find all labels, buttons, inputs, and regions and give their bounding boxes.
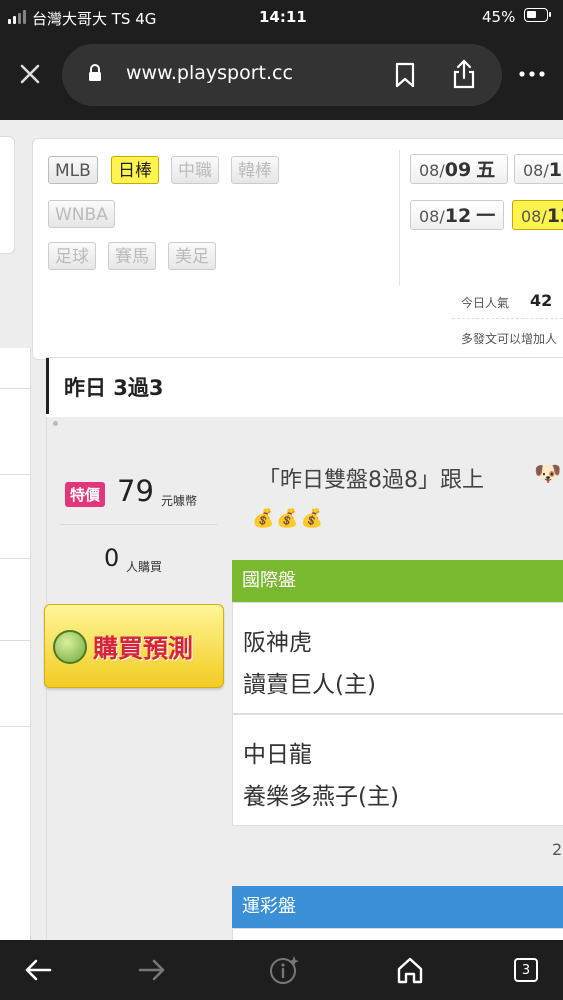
buy-prediction-button[interactable]: 購買預測 <box>44 604 224 688</box>
popularity-label: 今日人氣 <box>461 296 510 310</box>
popularity-hint: 多發文可以增加人 <box>461 332 558 346</box>
sport-chip-nfl[interactable]: 美足 <box>168 242 216 270</box>
forward-button[interactable] <box>128 940 176 1000</box>
footer-partial-number: 2 <box>552 840 563 859</box>
buyer-unit: 人購買 <box>126 560 163 574</box>
sport-chip-horse[interactable]: 賽馬 <box>108 242 156 270</box>
more-menu-button[interactable] <box>518 66 546 80</box>
game-row[interactable]: 中日龍 養樂多燕子(主) <box>232 714 563 826</box>
bookmark-icon <box>395 62 415 88</box>
arrow-right-icon <box>138 959 165 981</box>
game-row[interactable]: 阪神虎 讀賣巨人(主) <box>232 602 563 714</box>
date-0813[interactable]: 08/13 <box>512 200 563 230</box>
date-weekday: 五 <box>476 159 496 181</box>
date-0809[interactable]: 08/09 五 <box>410 154 508 184</box>
back-button[interactable] <box>14 940 62 1000</box>
date-prefix: 08/ <box>419 161 445 180</box>
home-button[interactable] <box>386 940 434 1000</box>
more-dots-icon <box>519 71 545 77</box>
dog-emoji: 🐶 <box>534 462 562 487</box>
left-list-panel <box>0 348 31 940</box>
home-icon <box>397 957 423 984</box>
date-prefix: 08/ <box>419 207 445 226</box>
left-panel-top <box>0 136 15 254</box>
coin-icon <box>53 630 87 664</box>
date-0812[interactable]: 08/12 一 <box>410 200 504 230</box>
price-value: 79 <box>117 474 154 508</box>
lottery-header: 運彩盤 <box>232 886 563 928</box>
away-team: 阪神虎 <box>243 630 312 656</box>
sport-chip-npb[interactable]: 日棒 <box>111 156 159 184</box>
section-title: 昨日 3過3 <box>64 376 164 400</box>
tabs-icon: 3 <box>514 958 538 982</box>
web-page: MLB 日棒 中職 韓棒 WNBA 足球 賽馬 美足 08/09 五 08/1 … <box>0 120 563 940</box>
date-day: 12 <box>444 205 472 227</box>
sale-badge: 特價 <box>65 482 106 507</box>
tab-count: 3 <box>521 962 531 978</box>
close-icon <box>20 64 40 84</box>
international-header: 國際盤 <box>232 560 563 602</box>
buy-button-label: 購買預測 <box>93 634 194 663</box>
date-0810[interactable]: 08/1 <box>514 154 563 184</box>
close-tab-button[interactable] <box>16 60 44 88</box>
carrier-label: 台灣大哥大 TS 4G <box>32 10 157 28</box>
sport-chip-soccer[interactable]: 足球 <box>48 242 96 270</box>
home-team: 讀賣巨人(主) <box>243 672 376 698</box>
popularity-value: 42 <box>530 291 553 310</box>
url-text[interactable]: www.playsport.cc <box>126 62 293 84</box>
sport-chip-wnba[interactable]: WNBA <box>48 200 115 228</box>
battery-icon <box>524 8 551 22</box>
browser-bottom-bar: 3 <box>0 940 563 1000</box>
bookmark-button[interactable] <box>394 62 416 88</box>
info-sparkle-icon <box>270 956 299 984</box>
post-title[interactable]: 「昨日雙盤8過8」跟上 <box>258 462 484 494</box>
price-unit: 元噱幣 <box>161 494 198 508</box>
away-team: 中日龍 <box>243 742 312 768</box>
lottery-row <box>232 928 563 940</box>
sport-chip-kbo[interactable]: 韓棒 <box>231 156 279 184</box>
home-team: 養樂多燕子(主) <box>243 784 399 810</box>
arrow-left-icon <box>25 959 52 981</box>
sport-chip-cpbl[interactable]: 中職 <box>171 156 219 184</box>
money-bag-emojis: 💰💰💰 <box>252 508 326 529</box>
signal-icon <box>8 10 30 24</box>
filter-divider <box>399 150 400 286</box>
date-day: 13 <box>546 205 563 227</box>
offer-divider <box>60 524 218 525</box>
date-day: 1 <box>548 159 562 181</box>
lock-icon <box>88 64 102 82</box>
date-prefix: 08/ <box>521 207 547 226</box>
sport-chip-mlb[interactable]: MLB <box>48 156 98 184</box>
buyer-count: 0 <box>104 544 120 572</box>
tabs-button[interactable]: 3 <box>502 940 550 1000</box>
share-button[interactable] <box>450 58 478 90</box>
share-icon <box>453 59 475 89</box>
date-prefix: 08/ <box>523 161 549 180</box>
popularity-separator <box>452 318 563 319</box>
date-day: 09 <box>444 159 472 181</box>
clock: 14:11 <box>259 8 307 26</box>
prediction-card: 昨日 3過3 <box>46 357 563 418</box>
info-sparkle-button[interactable] <box>260 940 308 1000</box>
small-dot-icon <box>53 421 58 426</box>
date-weekday: 一 <box>476 205 496 227</box>
browser-top-bar: 台灣大哥大 TS 4G 14:11 45% www.playsport.cc <box>0 0 563 120</box>
battery-percent: 45% <box>482 8 516 26</box>
